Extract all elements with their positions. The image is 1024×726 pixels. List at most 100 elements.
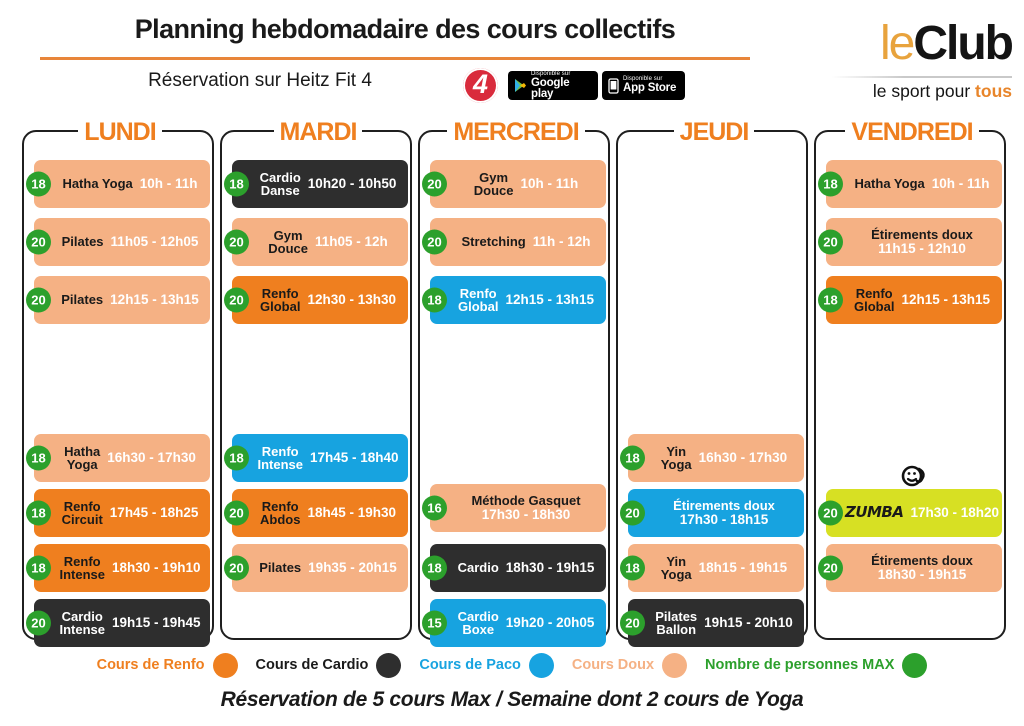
- course-content: ZUMBA 17h30 - 18h20: [845, 489, 999, 537]
- capacity-badge: 20: [224, 555, 249, 581]
- course-content: Cardio Boxe 19h20 - 20h05: [452, 599, 600, 647]
- course-block[interactable]: 20 Stretching 11h - 12h: [422, 218, 606, 266]
- course-content: Cardio Intense 19h15 - 19h45: [56, 599, 204, 647]
- course-block[interactable]: 20 ZUMBA 17h30 - 18h20: [818, 465, 1002, 537]
- legend-color-dot: [528, 652, 554, 678]
- brand-logo: leClub le sport pour tous: [812, 16, 1014, 106]
- day-column-jeudi: JEUDI 18 Yin Yoga 16h30 - 17h30 20 Étirements…: [616, 120, 808, 647]
- course-block[interactable]: 20 Cardio Intense 19h15 - 19h45: [26, 599, 210, 647]
- course-name: Méthode Gasquet: [471, 493, 581, 509]
- capacity-badge: 18: [620, 445, 645, 471]
- course-block[interactable]: 15 Cardio Boxe 19h20 - 20h05: [422, 599, 606, 647]
- heitz-fit-4-badge-icon: 4: [463, 68, 498, 103]
- course-block[interactable]: 18 Renfo Global 12h15 - 13h15: [422, 276, 606, 324]
- course-block[interactable]: 20 Renfo Global 12h30 - 13h30: [224, 276, 408, 324]
- course-time: 16h30 - 17h30: [107, 450, 196, 465]
- course-time: 18h30 - 19h15: [877, 566, 967, 582]
- course-content: Renfo Intense 17h45 - 18h40: [254, 434, 402, 482]
- course-block[interactable]: 18 Renfo Intense 17h45 - 18h40: [224, 434, 408, 482]
- course-name: Pilates: [61, 292, 104, 308]
- capacity-badge: 18: [818, 171, 843, 197]
- course-block[interactable]: 20 Étirements doux 11h15 - 12h10: [818, 218, 1002, 266]
- course-time: 10h - 11h: [931, 176, 990, 191]
- legend-label: Cours de Paco: [419, 657, 521, 673]
- course-block[interactable]: 18 Cardio 18h30 - 19h15: [422, 544, 606, 592]
- legend-label: Cours de Renfo: [96, 657, 205, 673]
- course-name: Étirements doux: [871, 227, 973, 243]
- capacity-badge: 20: [26, 610, 51, 636]
- course-name: Renfo Global: [457, 285, 499, 314]
- course-block[interactable]: 20 Pilates Ballon 19h15 - 20h10: [620, 599, 804, 647]
- course-block[interactable]: 20 Pilates 12h15 - 13h15: [26, 276, 210, 324]
- course-content: Pilates 11h05 - 12h05: [56, 218, 204, 266]
- course-block[interactable]: 18 Renfo Global 12h15 - 13h15: [818, 276, 1002, 324]
- course-name: Cardio Danse: [259, 169, 301, 198]
- course-name: Renfo Global: [259, 285, 301, 314]
- course-time: 17h30 - 18h30: [481, 506, 571, 522]
- day-label: JEUDI: [673, 120, 755, 145]
- course-block[interactable]: 18 Hatha Yoga 10h - 11h: [26, 160, 210, 208]
- legend-item: Cours Doux: [571, 652, 688, 678]
- course-name: Renfo Global: [853, 285, 895, 314]
- course-time: 18h45 - 19h30: [307, 505, 396, 520]
- page-title: Planning hebdomadaire des cours collecti…: [134, 14, 676, 44]
- course-name: Yin Yoga: [660, 443, 692, 472]
- app-store-badge[interactable]: Disponible sur App Store: [602, 71, 685, 100]
- day-header: JEUDI: [618, 120, 810, 145]
- course-block[interactable]: 18 Renfo Circuit 17h45 - 18h25: [26, 489, 210, 537]
- legend-label: Cours Doux: [571, 657, 655, 673]
- course-content: Renfo Circuit 17h45 - 18h25: [56, 489, 204, 537]
- course-block[interactable]: 18 Hatha Yoga 16h30 - 17h30: [26, 434, 210, 482]
- course-time: 17h45 - 18h25: [109, 505, 199, 520]
- course-content: Renfo Global 12h30 - 13h30: [254, 276, 402, 324]
- legend-label: Cours de Cardio: [255, 657, 369, 673]
- course-content: Renfo Intense 18h30 - 19h10: [56, 544, 204, 592]
- course-time: 16h30 - 17h30: [698, 450, 788, 465]
- day-header: MARDI: [222, 120, 414, 145]
- google-play-badge[interactable]: Disponible sur Google play: [508, 71, 598, 100]
- course-block[interactable]: 20 Étirements doux 18h30 - 19h15: [818, 544, 1002, 592]
- course-block[interactable]: 20 Pilates 19h35 - 20h15: [224, 544, 408, 592]
- course-content: Renfo Global 12h15 - 13h15: [848, 276, 996, 324]
- course-name: Cardio Intense: [59, 608, 105, 637]
- course-block[interactable]: 20 Gym Douce 11h05 - 12h: [224, 218, 408, 266]
- course-block[interactable]: 18 Yin Yoga 18h15 - 19h15: [620, 544, 804, 592]
- legend-color-dot: [212, 652, 238, 678]
- day-label: LUNDI: [78, 120, 162, 145]
- course-block[interactable]: 18 Hatha Yoga 10h - 11h: [818, 160, 1002, 208]
- legend-color-dot: [376, 652, 402, 678]
- course-content: Hatha Yoga 16h30 - 17h30: [56, 434, 204, 482]
- course-time: 18h30 - 19h15: [505, 560, 595, 575]
- course-time: 19h20 - 20h05: [505, 615, 595, 630]
- course-name: Pilates: [61, 234, 104, 250]
- google-play-label: Google play: [531, 76, 570, 100]
- capacity-badge: 20: [422, 229, 447, 255]
- course-block[interactable]: 16 Méthode Gasquet 17h30 - 18h30: [422, 484, 606, 532]
- capacity-badge: 15: [422, 610, 447, 636]
- course-block[interactable]: 18 Yin Yoga 16h30 - 17h30: [620, 434, 804, 482]
- course-block[interactable]: 18 Cardio Danse 10h20 - 10h50: [224, 160, 408, 208]
- day-header: MERCREDI: [420, 120, 612, 145]
- course-content: Étirements doux 18h30 - 19h15: [848, 544, 996, 592]
- logo-club: Club: [913, 17, 1014, 70]
- course-block[interactable]: 20 Gym Douce 10h - 11h: [422, 160, 606, 208]
- apple-phone-icon: [608, 77, 619, 94]
- capacity-badge: 20: [26, 287, 51, 313]
- course-time: 12h15 - 13h15: [901, 292, 990, 307]
- course-block[interactable]: 20 Pilates 11h05 - 12h05: [26, 218, 210, 266]
- course-block[interactable]: 18 Renfo Intense 18h30 - 19h10: [26, 544, 210, 592]
- capacity-badge: 20: [818, 229, 843, 255]
- course-content: Gym Douce 10h - 11h: [452, 160, 600, 208]
- logo-tagline-pre: le sport pour: [872, 81, 976, 101]
- course-time: 17h30 - 18h15: [679, 511, 769, 527]
- capacity-badge: 16: [422, 495, 447, 521]
- logo-tagline: le sport pour tous: [812, 78, 1012, 104]
- legend-item: Nombre de personnes MAX: [705, 652, 928, 678]
- zumba-icon: [899, 465, 929, 493]
- course-block[interactable]: 20 Étirements doux 17h30 - 18h15: [620, 489, 804, 537]
- capacity-badge: 20: [620, 610, 645, 636]
- course-name: Cardio: [457, 560, 499, 576]
- course-block[interactable]: 20 Renfo Abdos 18h45 - 19h30: [224, 489, 408, 537]
- course-content: Étirements doux 17h30 - 18h15: [650, 489, 798, 537]
- course-content: Yin Yoga 16h30 - 17h30: [650, 434, 798, 482]
